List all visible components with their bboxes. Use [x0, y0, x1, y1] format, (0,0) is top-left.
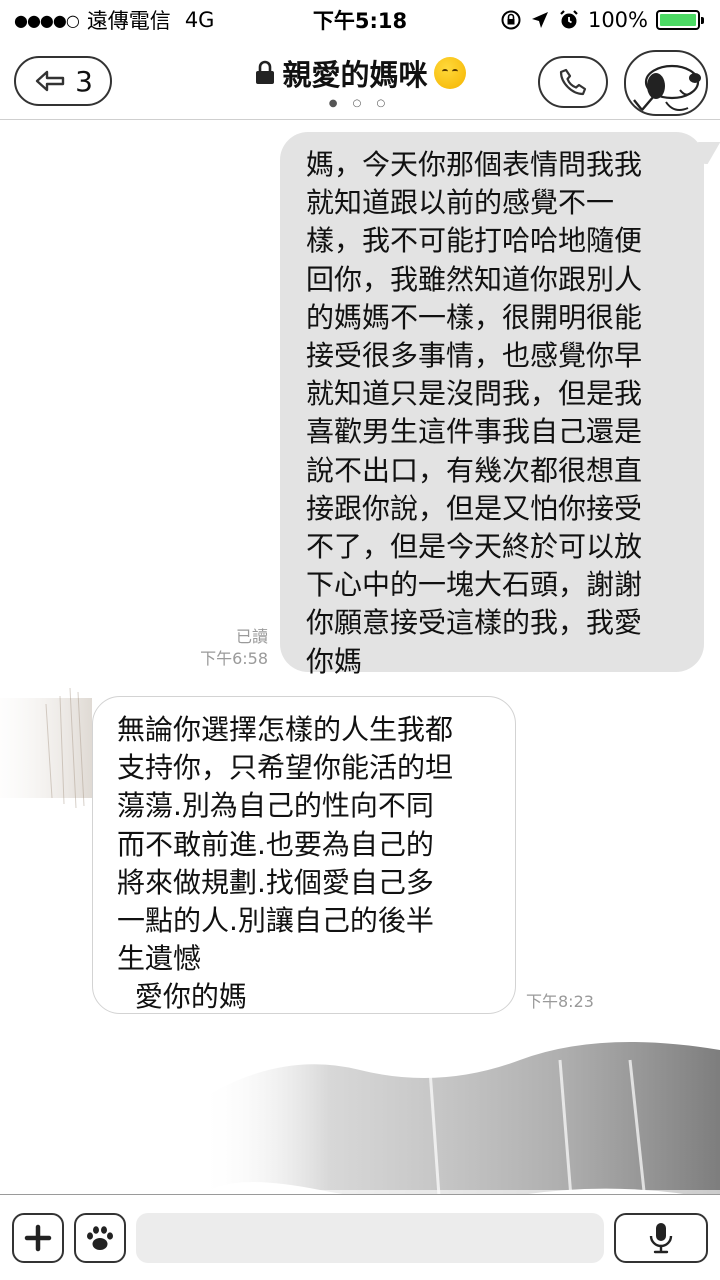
- pencil-smudge-decoration: [0, 688, 92, 808]
- incoming-message-time: 下午8:23: [526, 992, 594, 1011]
- chat-title: 親愛的媽咪: [282, 58, 428, 92]
- kissing-face-emoji: [433, 57, 466, 89]
- message-input[interactable]: [136, 1213, 604, 1263]
- phone-icon: [559, 68, 587, 96]
- voice-message-button[interactable]: [614, 1213, 708, 1263]
- incoming-message-bubble[interactable]: 無論你選擇怎樣的人生我都 支持你，只希望你能活的坦 蕩蕩.別為自己的性向不同 而…: [92, 696, 516, 1014]
- microphone-icon: [649, 1223, 673, 1254]
- outgoing-message-time: 下午6:58: [200, 649, 268, 668]
- status-right: 100%: [500, 8, 706, 32]
- input-bar: [0, 1194, 720, 1280]
- page-indicator: ● ○ ○: [328, 98, 392, 109]
- read-receipt: 已讀: [235, 627, 268, 646]
- outgoing-message-meta: 已讀 下午6:58: [180, 626, 268, 670]
- outgoing-message-text: 媽，今天你那個表情問我我 就知道跟以前的感覺不一 樣，我不可能打哈哈地隨便 回你…: [306, 148, 643, 678]
- gray-paint-decoration: [200, 1042, 720, 1220]
- outgoing-message-bubble[interactable]: 媽，今天你那個表情問我我 就知道跟以前的感覺不一 樣，我不可能打哈哈地隨便 回你…: [280, 132, 704, 678]
- sticker-button[interactable]: [74, 1213, 126, 1263]
- battery-percent: 100%: [587, 8, 648, 32]
- paw-icon: [87, 1226, 113, 1250]
- signal-strength-icon: ●●●●○: [14, 10, 80, 30]
- add-attachment-button[interactable]: [12, 1213, 64, 1263]
- status-bar: ●●●●○ 遠傳電信 4G 下午5:18 100%: [0, 0, 720, 40]
- location-arrow-icon: [531, 12, 548, 28]
- unread-count: 3: [75, 64, 93, 98]
- snoopy-avatar-icon: [633, 64, 701, 112]
- battery-level: [660, 14, 696, 26]
- alarm-clock-icon: [560, 10, 578, 29]
- back-arrow-icon: [35, 70, 65, 92]
- status-left: ●●●●○ 遠傳電信 4G: [14, 5, 214, 35]
- battery-icon: [656, 10, 704, 30]
- plus-icon: [24, 1224, 52, 1252]
- chat-title-group[interactable]: 親愛的媽咪: [150, 52, 570, 94]
- rotation-lock-icon: [501, 10, 521, 30]
- lock-icon: [256, 60, 275, 84]
- incoming-message-text: 無論你選擇怎樣的人生我都 支持你，只希望你能活的坦 蕩蕩.別為自己的性向不同 而…: [117, 713, 454, 1014]
- snoopy-avatar[interactable]: [624, 50, 708, 116]
- network-type: 4G: [184, 8, 215, 32]
- call-button[interactable]: [538, 56, 608, 108]
- carrier-name: 遠傳電信: [86, 9, 171, 33]
- chat-header: 3 親愛的媽咪 ● ○ ○: [0, 40, 720, 120]
